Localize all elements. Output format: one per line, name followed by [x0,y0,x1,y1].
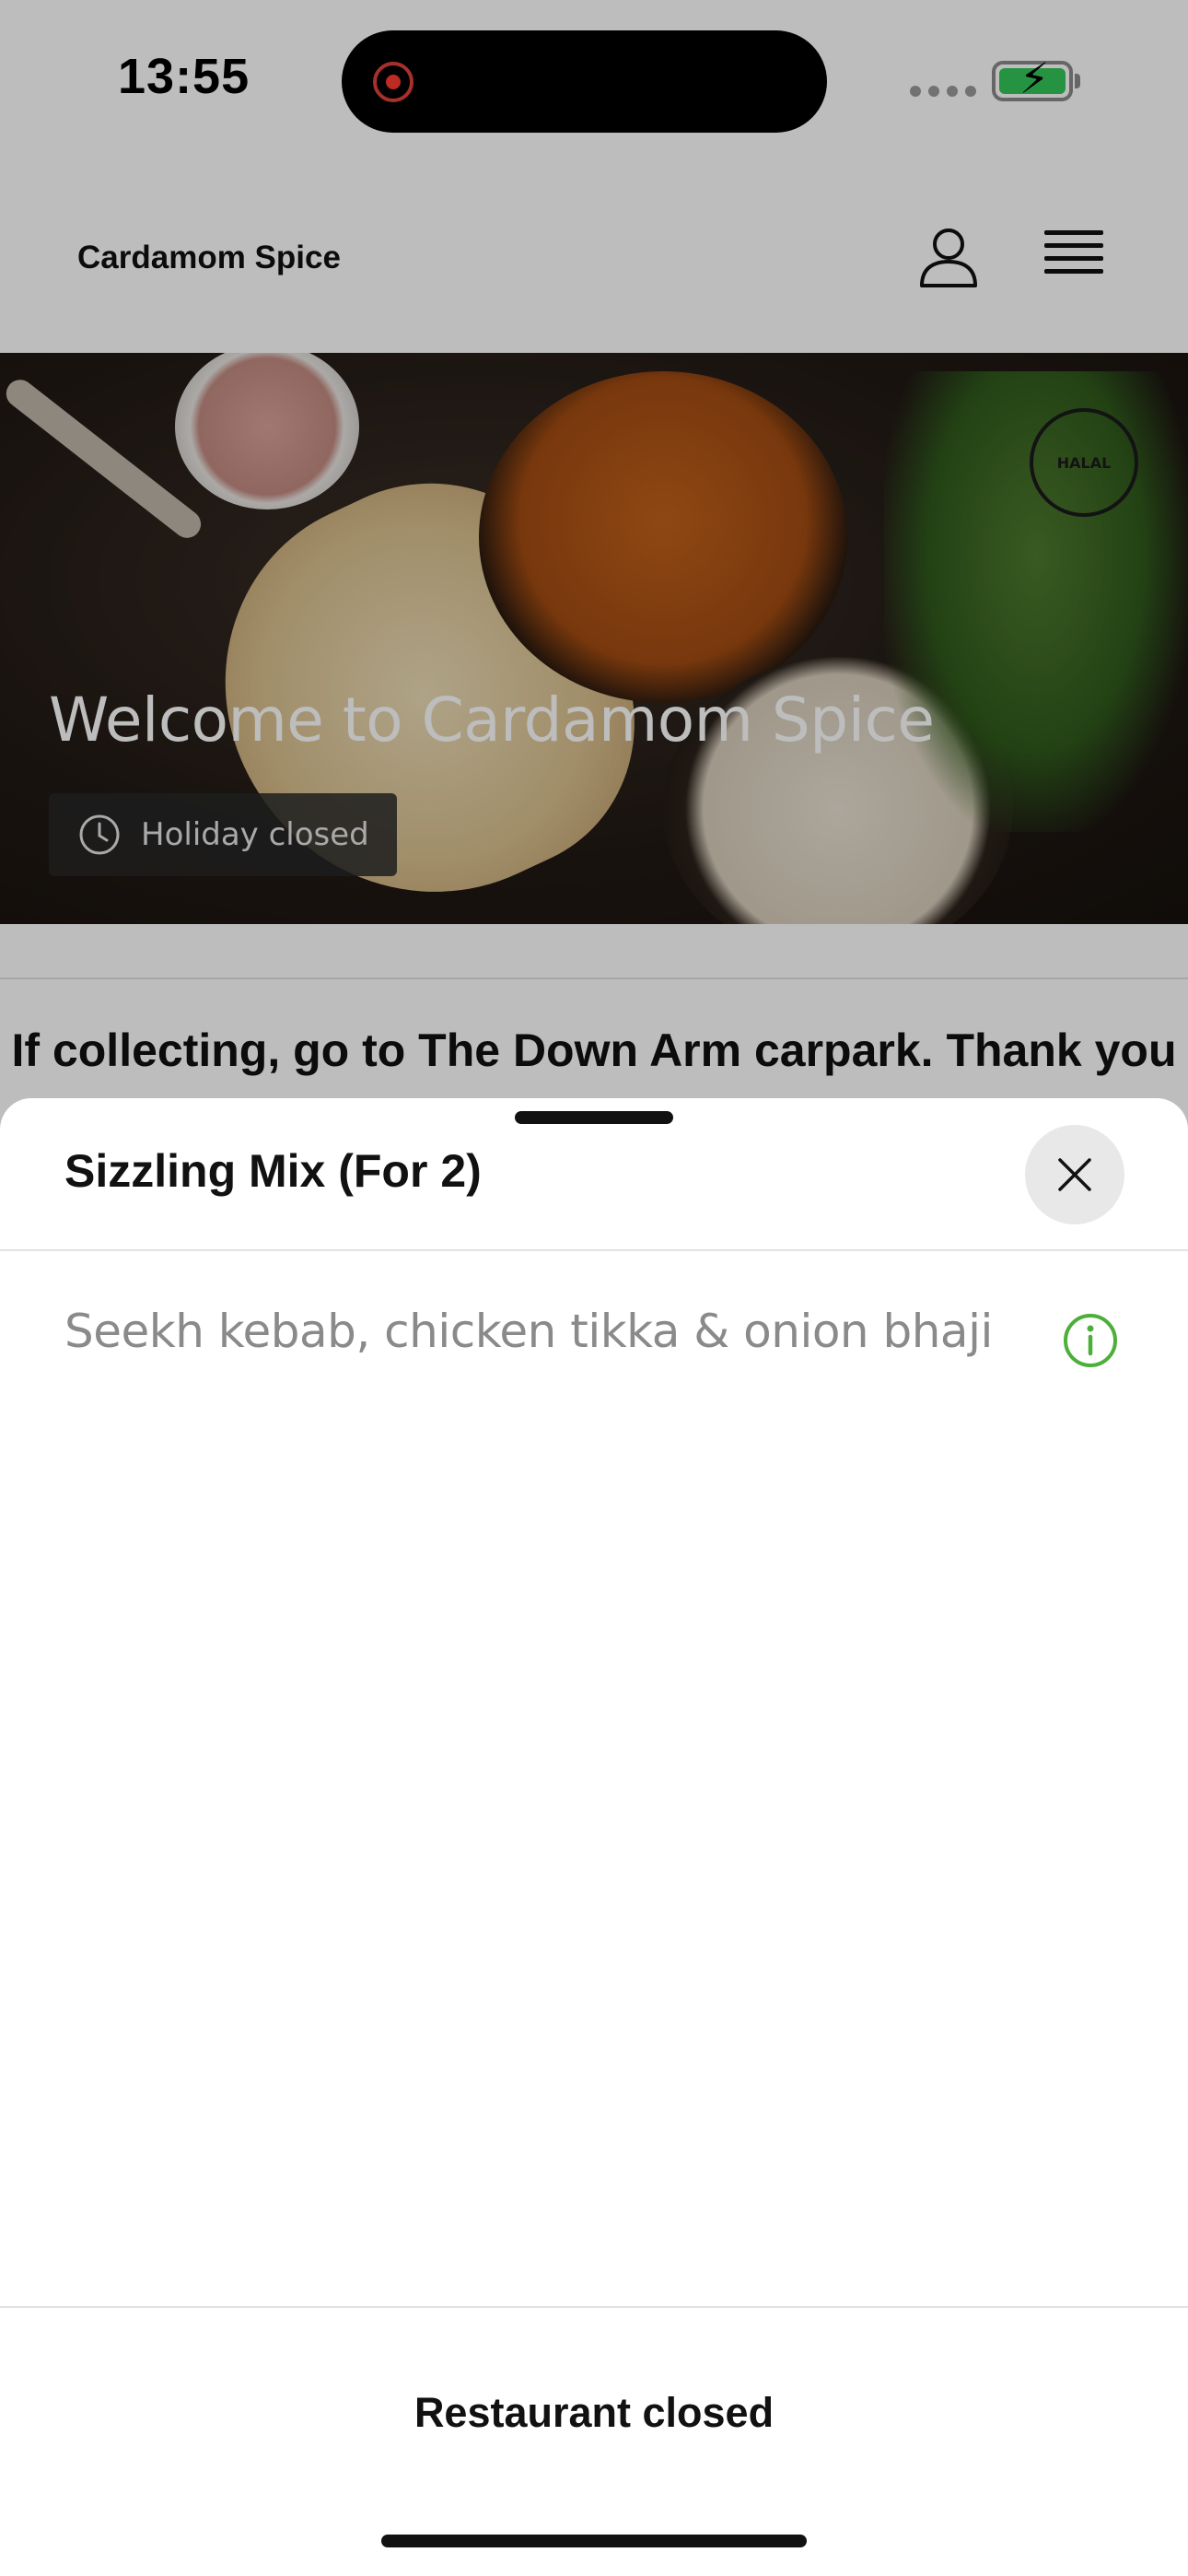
sheet-footer: Restaurant closed [0,2306,1188,2576]
close-button[interactable] [1025,1125,1124,1224]
sheet-grabber[interactable] [515,1111,673,1124]
item-detail-sheet: Sizzling Mix (For 2) Seekh kebab, chicke… [0,1098,1188,2576]
restaurant-closed-label: Restaurant closed [413,2389,775,2436]
close-icon [1058,1158,1091,1191]
info-icon[interactable] [1062,1312,1119,1369]
item-title: Sizzling Mix (For 2) [64,1145,482,1197]
sheet-header: Sizzling Mix (For 2) [0,1098,1188,1251]
home-indicator[interactable] [381,2535,807,2547]
item-description: Seekh kebab, chicken tikka & onion bhaji [64,1305,993,1358]
